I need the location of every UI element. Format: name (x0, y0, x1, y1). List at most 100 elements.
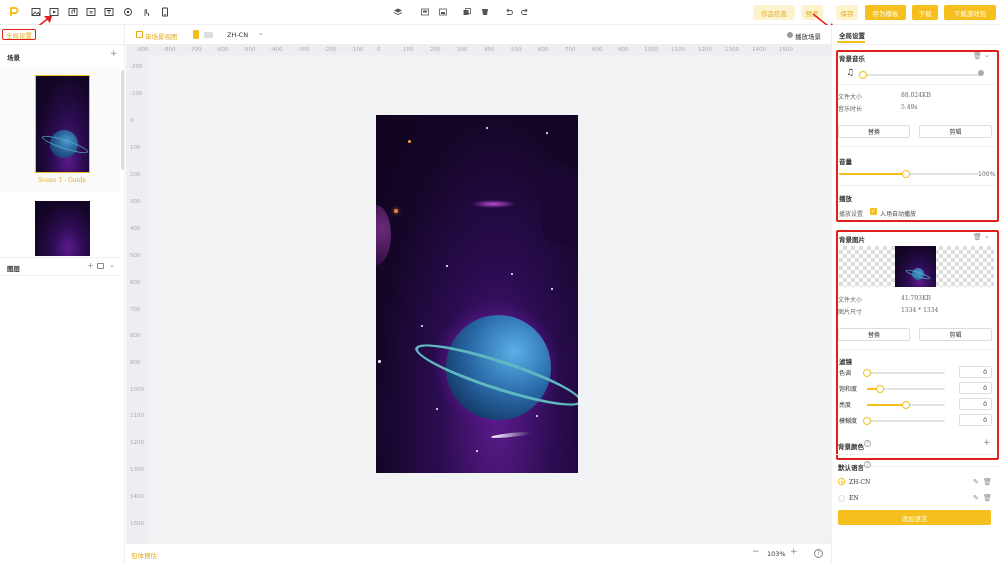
audio-icon[interactable] (85, 6, 97, 18)
portrait-mode-icon[interactable] (193, 30, 199, 39)
package-preview-link[interactable]: 包体预估 (131, 550, 157, 560)
folder-icon[interactable] (97, 263, 104, 269)
layers-icon[interactable] (392, 6, 404, 18)
delete-music-icon[interactable]: 🗑 (973, 52, 982, 60)
canvas-toolbar: 单场景视图 ZH-CN ⌄ 播放场景 (126, 25, 831, 45)
work-info-button[interactable]: 作品信息 (753, 5, 795, 20)
language-select[interactable]: ZH-CN (227, 31, 248, 39)
horizontal-ruler: -900 -800 -700 -600 -500 -400 -300 -200 … (126, 45, 831, 55)
language-label-en: EN (849, 495, 859, 502)
phone-icon[interactable] (159, 6, 171, 18)
play-title: 播放 (839, 195, 852, 203)
music-replace-button[interactable]: 替换 (838, 125, 910, 138)
add-scene-icon[interactable]: + (110, 49, 118, 59)
filter-value-input[interactable]: 0 (959, 366, 992, 378)
download-button[interactable]: 下载 (912, 5, 938, 20)
autoplay-checkbox[interactable]: ✓ (870, 208, 877, 215)
volume-knob[interactable] (902, 170, 910, 178)
left-panel: 全局设置 场景 + Scene 1 - Guide 图层 + ⌄ (0, 25, 125, 563)
music-progress-knob[interactable] (859, 71, 867, 79)
add-layer-icon[interactable]: + (87, 261, 94, 270)
music-file-size: 88.024KB (901, 92, 931, 99)
add-bg-color-icon[interactable]: + (983, 438, 991, 448)
filter-label: 亮度 (839, 402, 852, 409)
image-crop-button[interactable]: 剪辑 (919, 328, 992, 341)
single-scene-view-button[interactable]: 单场景视图 (145, 31, 178, 41)
copy-icon[interactable] (461, 6, 473, 18)
language-radio-en[interactable] (838, 495, 845, 502)
filter-label: 色调 (839, 370, 852, 377)
music-play-icon[interactable] (978, 70, 984, 76)
undo-icon[interactable] (503, 6, 515, 18)
language-label-zh: ZH-CN (849, 479, 871, 486)
play-scene-button[interactable]: 播放场景 (795, 31, 821, 41)
landscape-mode-icon[interactable] (204, 32, 213, 38)
music-file-size-label: 文件大小 (838, 94, 863, 101)
filter-knob[interactable] (876, 385, 884, 393)
gesture-icon[interactable] (140, 6, 152, 18)
image-dims-label: 图片尺寸 (838, 309, 863, 316)
paste-icon[interactable] (479, 6, 491, 18)
image-collapse-icon[interactable]: ⌄ (984, 232, 990, 240)
add-language-button[interactable]: 添加语言 (838, 510, 991, 525)
redo-icon[interactable] (519, 6, 531, 18)
image-file-size: 41.703KB (901, 295, 931, 302)
language-help-icon[interactable]: ? (864, 461, 871, 468)
align-top-icon[interactable] (419, 6, 431, 18)
filter-knob[interactable] (902, 401, 910, 409)
music-collapse-icon[interactable]: ⌄ (984, 51, 990, 59)
editor-canvas[interactable]: -900 -800 -700 -600 -500 -400 -300 -200 … (126, 45, 831, 543)
volume-title: 音量 (839, 158, 852, 166)
edit-language-icon[interactable]: ✎ (973, 494, 979, 502)
delete-language-icon[interactable]: 🗑 (983, 478, 992, 486)
scenes-title: 场景 (7, 54, 20, 62)
filter-knob[interactable] (863, 369, 871, 377)
music-note-icon: ♫ (846, 68, 855, 78)
help-icon[interactable]: ? (814, 549, 823, 558)
filter-value-input[interactable]: 0 (959, 382, 992, 394)
save-template-button[interactable]: 存为模板 (865, 5, 906, 20)
filter-knob[interactable] (863, 417, 871, 425)
filter-track[interactable] (867, 420, 945, 422)
single-scene-icon (136, 31, 143, 38)
zoom-in-button[interactable]: + (790, 547, 798, 557)
play-icon[interactable] (787, 32, 793, 38)
global-settings-tab[interactable]: 全局设置 (839, 30, 865, 40)
delete-language-icon[interactable]: 🗑 (983, 494, 992, 502)
scene-thumbnail (35, 75, 90, 173)
zoom-level: 103% (767, 550, 786, 558)
music-note-icon[interactable] (67, 6, 79, 18)
music-duration: 5.49s (901, 104, 918, 111)
music-progress-track[interactable] (862, 74, 982, 76)
global-settings-link[interactable]: 全局设置 (2, 29, 36, 40)
canvas-footer: 包体预估 − 103% + ? (126, 543, 831, 563)
music-duration-label: 音乐时长 (838, 106, 863, 113)
chevron-down-icon[interactable]: ⌄ (109, 261, 115, 269)
text-icon[interactable] (103, 6, 115, 18)
filter-title: 滤镜 (839, 358, 852, 366)
scene-stage[interactable] (376, 115, 578, 473)
zoom-out-button[interactable]: − (752, 547, 760, 557)
language-chevron-icon[interactable]: ⌄ (258, 29, 264, 37)
image-preview-background (839, 246, 994, 287)
filter-value-input[interactable]: 0 (959, 414, 992, 426)
nebula-streak (471, 200, 516, 208)
filter-track[interactable] (867, 372, 945, 374)
download-package-button[interactable]: 下载游戏包 (944, 5, 996, 20)
delete-image-icon[interactable]: 🗑 (973, 233, 982, 241)
language-radio-zh[interactable] (838, 478, 845, 485)
scene-item-2-thumbnail[interactable] (35, 201, 90, 256)
edit-language-icon[interactable]: ✎ (973, 478, 979, 486)
music-crop-button[interactable]: 剪辑 (919, 125, 992, 138)
image-title: 背景图片 (839, 236, 865, 244)
align-bottom-icon[interactable] (437, 6, 449, 18)
image-replace-button[interactable]: 替换 (838, 328, 910, 341)
top-toolbar: 作品信息 预览 保存 存为模板 下载 下载游戏包 (0, 0, 1000, 25)
filter-value-input[interactable]: 0 (959, 398, 992, 410)
effect-icon[interactable] (122, 6, 134, 18)
scene-item-1[interactable]: Scene 1 - Guide (0, 65, 120, 192)
bg-color-help-icon[interactable]: ? (864, 440, 871, 447)
scenes-scrollbar[interactable] (121, 70, 124, 170)
background-image-thumbnail[interactable] (895, 246, 936, 287)
layers-title: 图层 (7, 265, 20, 273)
